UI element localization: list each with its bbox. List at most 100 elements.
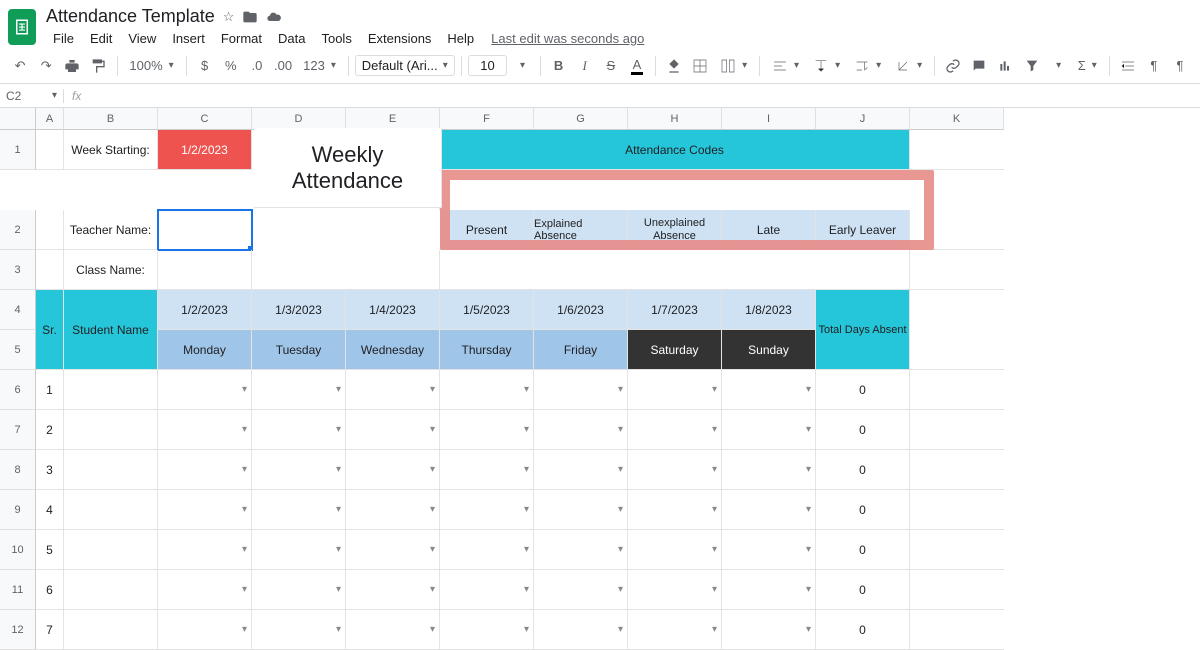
- attendance-cell[interactable]: ▾: [440, 370, 534, 410]
- col-header[interactable]: H: [628, 108, 722, 130]
- cell[interactable]: [36, 210, 64, 250]
- code-cell[interactable]: Unexplained Absence: [628, 210, 722, 250]
- cell[interactable]: [910, 610, 1004, 650]
- dropdown-arrow-icon[interactable]: ▾: [242, 584, 247, 595]
- dropdown-arrow-icon[interactable]: ▾: [430, 584, 435, 595]
- cell[interactable]: [440, 250, 910, 290]
- attendance-cell[interactable]: ▾: [252, 410, 346, 450]
- menu-tools[interactable]: Tools: [314, 29, 358, 48]
- dropdown-arrow-icon[interactable]: ▾: [430, 624, 435, 635]
- star-icon[interactable]: ☆: [223, 9, 235, 25]
- dropdown-arrow-icon[interactable]: ▾: [806, 584, 811, 595]
- code-cell[interactable]: Early Leaver: [816, 210, 910, 250]
- cell[interactable]: [910, 250, 1004, 290]
- dropdown-arrow-icon[interactable]: ▾: [712, 504, 717, 515]
- cell-label[interactable]: Week Starting:: [64, 130, 158, 170]
- total-cell[interactable]: 0: [816, 610, 910, 650]
- codes-title-cell[interactable]: Attendance Codes: [440, 130, 910, 170]
- dropdown-arrow-icon[interactable]: ▾: [430, 464, 435, 475]
- attendance-cell[interactable]: ▾: [252, 570, 346, 610]
- dropdown-arrow-icon[interactable]: ▾: [806, 624, 811, 635]
- menu-help[interactable]: Help: [440, 29, 481, 48]
- dropdown-arrow-icon[interactable]: ▾: [712, 544, 717, 555]
- dropdown-arrow-icon[interactable]: ▾: [712, 464, 717, 475]
- date-cell[interactable]: 1/3/2023: [252, 290, 346, 330]
- edit-status[interactable]: Last edit was seconds ago: [491, 31, 644, 46]
- student-cell[interactable]: [64, 410, 158, 450]
- dropdown-arrow-icon[interactable]: ▾: [618, 504, 623, 515]
- cell[interactable]: [910, 490, 1004, 530]
- attendance-cell[interactable]: ▾: [628, 410, 722, 450]
- attendance-cell[interactable]: ▾: [346, 610, 440, 650]
- student-cell[interactable]: [64, 530, 158, 570]
- attendance-cell[interactable]: ▾: [158, 490, 252, 530]
- student-cell[interactable]: [64, 370, 158, 410]
- attendance-cell[interactable]: ▾: [440, 410, 534, 450]
- row-header[interactable]: 9: [0, 490, 36, 530]
- student-cell[interactable]: [64, 610, 158, 650]
- functions-dropdown[interactable]: Σ▾: [1072, 53, 1103, 79]
- total-cell[interactable]: 0: [816, 490, 910, 530]
- menu-edit[interactable]: Edit: [83, 29, 119, 48]
- cell[interactable]: [910, 210, 1004, 250]
- dropdown-arrow-icon[interactable]: ▾: [336, 424, 341, 435]
- row-header[interactable]: 7: [0, 410, 36, 450]
- attendance-cell[interactable]: ▾: [534, 610, 628, 650]
- sr-cell[interactable]: 5: [36, 530, 64, 570]
- total-cell[interactable]: 0: [816, 450, 910, 490]
- menu-extensions[interactable]: Extensions: [361, 29, 439, 48]
- font-size-input[interactable]: 10: [468, 55, 508, 76]
- total-cell[interactable]: 0: [816, 370, 910, 410]
- student-cell[interactable]: [64, 490, 158, 530]
- dropdown-arrow-icon[interactable]: ▾: [524, 624, 529, 635]
- cell[interactable]: [910, 370, 1004, 410]
- date-cell[interactable]: 1/5/2023: [440, 290, 534, 330]
- attendance-cell[interactable]: ▾: [534, 490, 628, 530]
- attendance-cell[interactable]: ▾: [158, 450, 252, 490]
- dropdown-arrow-icon[interactable]: ▾: [524, 384, 529, 395]
- cell-week-start[interactable]: 1/2/2023: [158, 130, 252, 170]
- dropdown-arrow-icon[interactable]: ▾: [524, 544, 529, 555]
- attendance-cell[interactable]: ▾: [534, 410, 628, 450]
- dropdown-arrow-icon[interactable]: ▾: [618, 544, 623, 555]
- dropdown-arrow-icon[interactable]: ▾: [336, 504, 341, 515]
- dropdown-arrow-icon[interactable]: ▾: [242, 504, 247, 515]
- dropdown-arrow-icon[interactable]: ▾: [336, 624, 341, 635]
- sr-cell[interactable]: 1: [36, 370, 64, 410]
- attendance-cell[interactable]: ▾: [158, 570, 252, 610]
- total-cell[interactable]: 0: [816, 410, 910, 450]
- font-size-dropdown-icon[interactable]: ▾: [509, 53, 533, 79]
- date-cell[interactable]: 1/8/2023: [722, 290, 816, 330]
- row-header[interactable]: 6: [0, 370, 36, 410]
- dropdown-arrow-icon[interactable]: ▾: [806, 384, 811, 395]
- sr-cell[interactable]: 3: [36, 450, 64, 490]
- attendance-cell[interactable]: ▾: [440, 450, 534, 490]
- dropdown-arrow-icon[interactable]: ▾: [430, 504, 435, 515]
- student-cell[interactable]: [64, 570, 158, 610]
- day-cell[interactable]: Monday: [158, 330, 252, 370]
- formula-input[interactable]: [89, 84, 1200, 107]
- row-header[interactable]: 2: [0, 210, 36, 250]
- sr-cell[interactable]: 7: [36, 610, 64, 650]
- cell[interactable]: [252, 250, 440, 290]
- undo-icon[interactable]: ↶: [8, 53, 32, 79]
- dropdown-arrow-icon[interactable]: ▾: [806, 464, 811, 475]
- percent-icon[interactable]: %: [219, 53, 243, 79]
- cell[interactable]: [910, 450, 1004, 490]
- print-icon[interactable]: [60, 53, 84, 79]
- attendance-cell[interactable]: ▾: [252, 490, 346, 530]
- dropdown-arrow-icon[interactable]: ▾: [242, 384, 247, 395]
- col-header[interactable]: K: [910, 108, 1004, 130]
- redo-icon[interactable]: ↷: [34, 53, 58, 79]
- dropdown-arrow-icon[interactable]: ▾: [336, 544, 341, 555]
- sheets-logo-icon[interactable]: [8, 9, 36, 45]
- attendance-cell[interactable]: ▾: [534, 530, 628, 570]
- dropdown-arrow-icon[interactable]: ▾: [618, 624, 623, 635]
- dropdown-arrow-icon[interactable]: ▾: [336, 384, 341, 395]
- row-header[interactable]: 11: [0, 570, 36, 610]
- attendance-cell[interactable]: ▾: [346, 370, 440, 410]
- cell-title[interactable]: Weekly Attendance: [252, 130, 440, 210]
- cell[interactable]: [910, 410, 1004, 450]
- dropdown-arrow-icon[interactable]: ▾: [430, 424, 435, 435]
- comment-icon[interactable]: [967, 53, 991, 79]
